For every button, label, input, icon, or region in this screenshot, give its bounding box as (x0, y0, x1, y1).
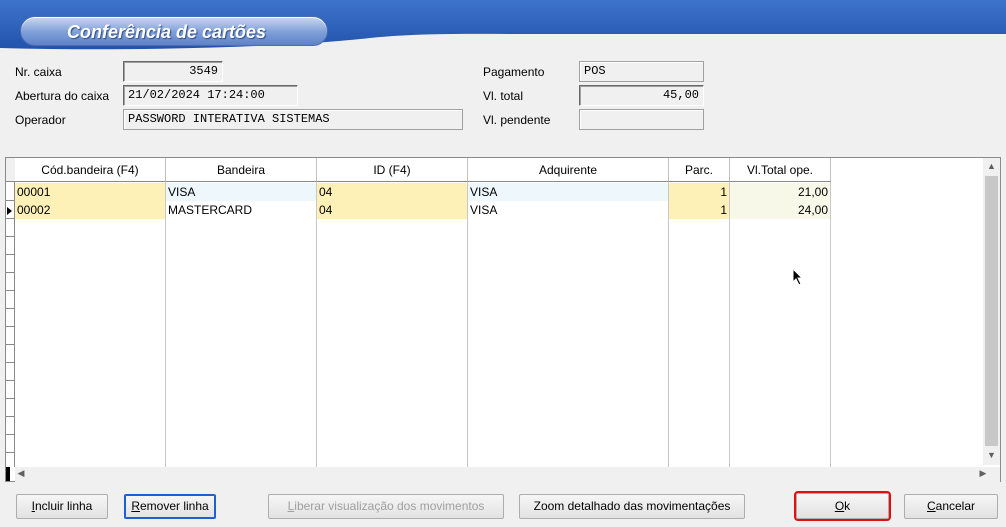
cell-id[interactable]: 04 (317, 201, 468, 219)
cell-parc[interactable]: 1 (669, 201, 730, 219)
remover-linha-button[interactable]: Remover linha (124, 494, 216, 519)
row-indicator-column (6, 158, 15, 467)
abertura-caixa-label: Abertura do caixa (15, 89, 110, 103)
horizontal-scroll-thumb[interactable] (29, 469, 984, 480)
cards-grid[interactable]: Cód.bandeira (F4) Bandeira ID (F4) Adqui… (5, 157, 1001, 482)
nr-caixa-field[interactable]: 3549 (123, 61, 223, 82)
cell-bandeira[interactable]: MASTERCARD (166, 201, 317, 219)
dialog-header: Conferência de cartões (0, 0, 1006, 58)
operador-label: Operador (15, 113, 66, 127)
horizontal-scrollbar[interactable]: ◀ ▶ (15, 467, 1000, 482)
pagamento-field[interactable]: POS (579, 61, 704, 82)
vl-pendente-field[interactable] (579, 109, 704, 130)
col-header-parc[interactable]: Parc. (669, 158, 730, 182)
scroll-down-arrow-icon[interactable]: ▼ (983, 450, 1000, 460)
col-header-bandeira[interactable]: Bandeira (166, 158, 317, 182)
cell-adquirente[interactable]: VISA (468, 183, 669, 201)
vertical-scrollbar[interactable]: ▲ ▼ (983, 158, 1000, 465)
current-row-arrow-icon (7, 207, 12, 215)
operador-field[interactable]: PASSWORD INTERATIVA SISTEMAS (123, 109, 463, 130)
liberar-visualizacao-button[interactable]: Liberar visualização dos movimentos (268, 494, 504, 519)
dialog-title: Conferência de cartões (67, 22, 267, 42)
cell-vl-total[interactable]: 21,00 (730, 183, 831, 201)
abertura-caixa-field[interactable]: 21/02/2024 17:24:00 (123, 85, 298, 106)
cell-adquirente[interactable]: VISA (468, 201, 669, 219)
scroll-up-arrow-icon[interactable]: ▲ (983, 161, 1000, 171)
cell-cod-bandeira[interactable]: 00001 (15, 183, 166, 201)
col-header-vl-total[interactable]: Vl.Total ope. (730, 158, 831, 182)
scroll-right-arrow-icon[interactable]: ▶ (977, 468, 989, 479)
pagamento-label: Pagamento (483, 65, 545, 79)
vl-total-label: Vl. total (483, 89, 524, 103)
ok-button[interactable]: Ok (794, 491, 891, 521)
cell-bandeira[interactable]: VISA (166, 183, 317, 201)
col-header-cod-bandeira[interactable]: Cód.bandeira (F4) (15, 158, 166, 182)
zoom-detalhado-button[interactable]: Zoom detalhado das movimentações (519, 494, 745, 519)
vl-pendente-label: Vl. pendente (483, 113, 551, 127)
vertical-scroll-thumb[interactable] (985, 176, 998, 446)
cell-id[interactable]: 04 (317, 183, 468, 201)
cell-cod-bandeira[interactable]: 00002 (15, 201, 166, 219)
nr-caixa-label: Nr. caixa (15, 65, 62, 79)
vl-total-field[interactable]: 45,00 (579, 85, 704, 106)
incluir-linha-button[interactable]: Incluir linha (16, 494, 108, 519)
cell-parc[interactable]: 1 (669, 183, 730, 201)
cell-vl-total[interactable]: 24,00 (730, 201, 831, 219)
cancelar-button[interactable]: Cancelar (904, 494, 998, 519)
grid-corner (6, 467, 10, 481)
mouse-pointer-icon (792, 268, 804, 286)
title-pill: Conferência de cartões (20, 16, 328, 46)
col-header-id[interactable]: ID (F4) (317, 158, 468, 182)
col-header-adquirente[interactable]: Adquirente (468, 158, 669, 182)
scroll-left-arrow-icon[interactable]: ◀ (15, 468, 27, 479)
